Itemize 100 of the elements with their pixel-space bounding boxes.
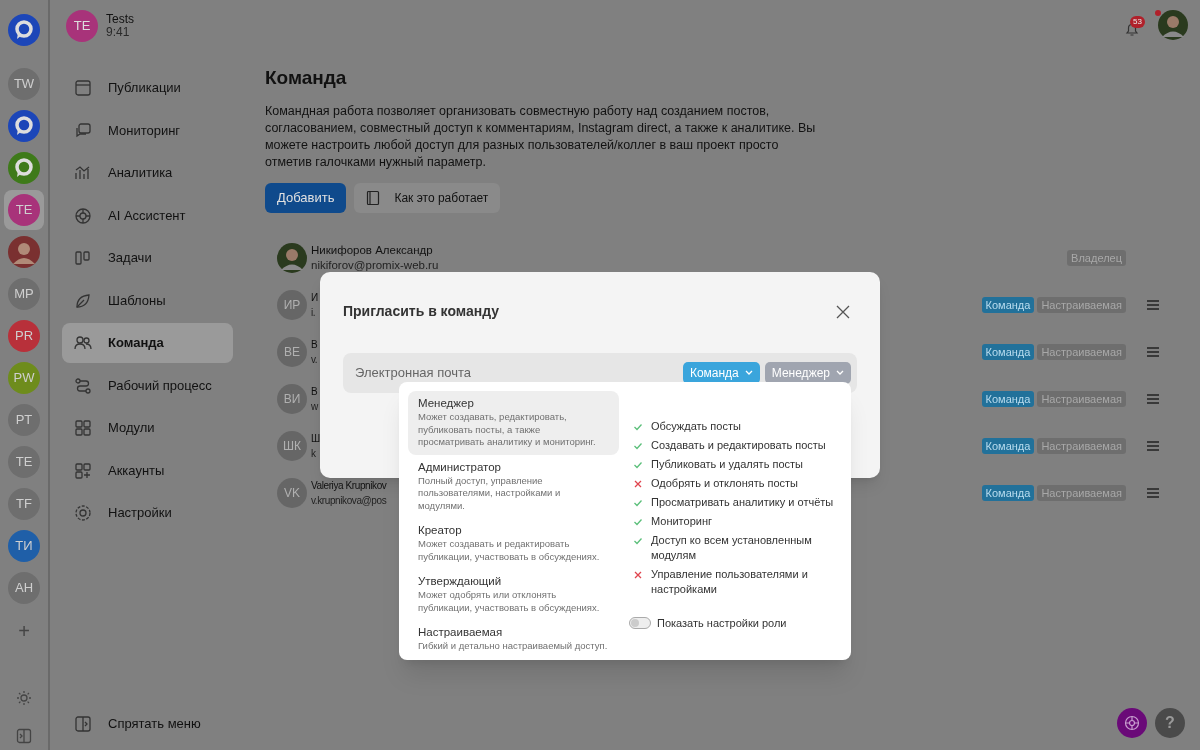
close-icon[interactable] bbox=[836, 304, 850, 319]
member-avatar: ВЕ bbox=[277, 337, 307, 367]
account-avatar[interactable]: PT bbox=[8, 404, 40, 436]
member-avatar: ИР bbox=[277, 290, 307, 320]
logo-avatar[interactable] bbox=[8, 110, 40, 142]
role-select[interactable]: Менеджер bbox=[764, 362, 851, 384]
nav-item[interactable]: AI Ассистент bbox=[62, 195, 233, 236]
panel-icon bbox=[74, 715, 92, 733]
workflow-icon bbox=[74, 376, 92, 395]
how-it-works-button[interactable]: Как это работает bbox=[354, 182, 501, 213]
role-option[interactable]: Настраиваемая Гибкий и детально настраиваемый доступ. bbox=[408, 620, 619, 659]
help-button[interactable]: ? bbox=[1155, 708, 1185, 738]
chart-icon bbox=[74, 164, 92, 182]
member-email: i. bbox=[311, 306, 317, 320]
chevron-down-icon bbox=[836, 370, 844, 376]
team-tag: Команда bbox=[981, 438, 1035, 454]
profile-time: 9:41 bbox=[106, 26, 131, 39]
member-avatar: ШК bbox=[277, 431, 307, 461]
logo-avatar[interactable] bbox=[8, 14, 40, 46]
user-avatar[interactable] bbox=[1158, 10, 1188, 40]
member-name: В bbox=[311, 338, 318, 352]
member-email: k bbox=[311, 447, 317, 461]
role-option[interactable]: Менеджер Может создавать, редактировать, публиковать посты, а также просматривать аналитику и мониторинг. bbox=[408, 391, 619, 455]
chevron-down-icon bbox=[744, 370, 753, 376]
nav-item[interactable]: Настройки bbox=[62, 493, 233, 533]
member-name: В bbox=[311, 385, 318, 399]
account-avatar[interactable]: TE bbox=[8, 194, 40, 226]
user-avatar bbox=[277, 243, 307, 273]
profile-avatar[interactable]: TE bbox=[66, 10, 98, 42]
role-tag: Настраиваемая bbox=[1037, 391, 1126, 407]
owner-tag: Владелец bbox=[1067, 250, 1126, 266]
nav-item[interactable]: Аккаунты bbox=[62, 450, 233, 491]
nav-item[interactable]: Аналитика bbox=[62, 153, 233, 193]
nav-item[interactable]: Модули bbox=[62, 408, 233, 448]
member-email: w bbox=[311, 400, 318, 414]
permission-label: Создавать и редактировать посты bbox=[651, 438, 826, 453]
menu-icon[interactable] bbox=[1146, 299, 1160, 311]
columns-icon bbox=[74, 249, 92, 267]
permission-label: Доступ ко всем установленным модулям bbox=[651, 533, 813, 563]
nav-item[interactable]: Публикации bbox=[62, 68, 233, 108]
toggle-label: Показать настройки роли bbox=[657, 616, 787, 631]
account-avatar[interactable]: PR bbox=[8, 320, 40, 352]
member-email: v.krupnikova@pos bbox=[311, 494, 387, 508]
page-description: Командная работа позволяет организовать совместную работу над созданием постов, согласованием, совместный доступ к комментариям, Instagram direct, а также к аналитике. Вы можете настроить любой доступ для разных пользователей/коллег в ваш проект просто отметив галочками нужный параметр. bbox=[265, 102, 817, 171]
toggle-switch[interactable] bbox=[629, 617, 651, 630]
dialog-title: Пригласить в команду bbox=[343, 302, 500, 321]
account-avatar[interactable]: TE bbox=[8, 446, 40, 478]
flower-icon bbox=[1124, 715, 1140, 731]
team-tag: Команда bbox=[981, 391, 1035, 407]
role-tag: Настраиваемая bbox=[1037, 438, 1126, 454]
team-tag: Команда bbox=[981, 344, 1035, 360]
account-avatar[interactable]: MP bbox=[8, 278, 40, 310]
role-tag: Настраиваемая bbox=[1037, 344, 1126, 360]
account-avatar[interactable]: ТИ bbox=[8, 530, 40, 562]
nav-item[interactable]: Мониторинг bbox=[62, 110, 233, 151]
sun-icon[interactable] bbox=[16, 690, 32, 706]
nav-item[interactable]: Задачи bbox=[62, 238, 233, 278]
role-option[interactable]: Утверждающий Может одобрять или отклонять публикации, участвовать в обсуждениях. bbox=[408, 569, 619, 620]
profile-name: Tests bbox=[106, 13, 134, 26]
permission-label: Просматривать аналитику и отчёты bbox=[651, 495, 834, 510]
notification-badge: 53 bbox=[1130, 16, 1145, 28]
assistant-button[interactable] bbox=[1117, 708, 1147, 738]
add-account-button[interactable]: + bbox=[18, 616, 30, 646]
grid-icon bbox=[74, 419, 92, 437]
logo-avatar[interactable] bbox=[8, 152, 40, 184]
member-email: v. bbox=[311, 353, 318, 367]
role-tag: Настраиваемая bbox=[1037, 297, 1126, 313]
panel-toggle-icon[interactable] bbox=[16, 728, 32, 744]
apps-icon bbox=[74, 461, 92, 480]
permission-label: Обсуждать посты bbox=[651, 419, 741, 434]
status-dot-icon bbox=[1155, 10, 1161, 16]
page-title: Команда bbox=[265, 66, 348, 90]
account-avatar[interactable]: PW bbox=[8, 362, 40, 394]
menu-icon[interactable] bbox=[1146, 393, 1160, 405]
member-email: nikiforov@promix-web.ru bbox=[311, 258, 439, 273]
permission-label: Публиковать и удалять посты bbox=[651, 457, 803, 472]
account-avatar[interactable]: TF bbox=[8, 488, 40, 520]
team-select[interactable]: Команда bbox=[682, 362, 760, 384]
menu-icon[interactable] bbox=[1146, 440, 1160, 452]
nav-item[interactable]: Команда bbox=[62, 323, 233, 363]
role-option[interactable]: Администратор Полный доступ, управление пользователями, настройками и модулями. bbox=[408, 454, 619, 518]
permission-label: Мониторинг bbox=[651, 514, 712, 529]
role-option[interactable]: Креатор Может создавать и редактировать публикации, участвовать в обсуждениях. bbox=[408, 518, 619, 569]
role-tag: Настраиваемая bbox=[1037, 485, 1126, 501]
settings-icon bbox=[74, 504, 92, 522]
menu-icon[interactable] bbox=[1146, 346, 1160, 358]
photo-avatar[interactable] bbox=[8, 236, 40, 268]
member-name: Ш bbox=[311, 432, 320, 446]
add-button[interactable]: Добавить bbox=[265, 182, 347, 213]
nav-item[interactable]: Рабочий процесс bbox=[62, 365, 233, 406]
member-avatar: VK bbox=[277, 478, 307, 508]
account-avatar[interactable]: AH bbox=[8, 572, 40, 604]
people-icon bbox=[74, 334, 92, 352]
menu-icon[interactable] bbox=[1146, 487, 1160, 499]
account-avatar[interactable]: TW bbox=[8, 68, 40, 100]
leaf-icon bbox=[74, 291, 92, 310]
hide-menu-button[interactable]: Спрятать меню bbox=[62, 704, 233, 744]
member-name: Valeriya Krupnikov bbox=[311, 479, 387, 493]
team-tag: Команда bbox=[981, 297, 1035, 313]
nav-item[interactable]: Шаблоны bbox=[62, 280, 233, 321]
